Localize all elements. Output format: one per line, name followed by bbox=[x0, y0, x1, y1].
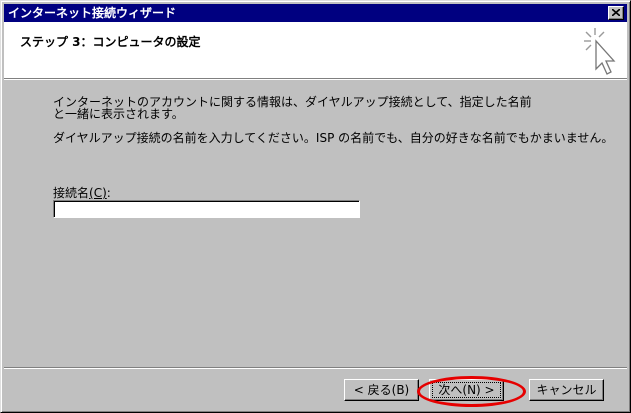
connection-name-label-colon: : bbox=[106, 186, 111, 200]
back-button[interactable]: < 戻る(B) bbox=[344, 379, 419, 401]
window-title: インターネット接続ウィザード bbox=[8, 6, 177, 20]
back-button-label: < 戻る(B) bbox=[353, 383, 410, 397]
connection-name-label: 接続名(C): bbox=[53, 184, 111, 201]
cancel-button-label: キャンセル bbox=[536, 383, 597, 397]
wizard-window: インターネット接続ウィザード ステップ 3：コンピュータの設定 インターネットの… bbox=[0, 0, 631, 413]
next-button-focus: 次へ(N) > bbox=[432, 382, 501, 398]
account-info-description: インターネットのアカウントに関する情報は、ダイヤルアップ接続として、指定した名前… bbox=[53, 95, 532, 121]
step-title: ステップ 3：コンピュータの設定 bbox=[20, 35, 201, 49]
header-separator bbox=[4, 78, 627, 80]
wizard-header: ステップ 3：コンピュータの設定 bbox=[4, 22, 627, 78]
connection-name-input[interactable] bbox=[53, 200, 360, 218]
button-separator bbox=[4, 367, 627, 369]
connection-name-accel: (C) bbox=[89, 186, 107, 200]
close-icon bbox=[612, 9, 620, 16]
cancel-button[interactable]: キャンセル bbox=[529, 379, 604, 401]
title-bar[interactable]: インターネット接続ウィザード bbox=[4, 4, 627, 22]
connection-name-instruction: ダイヤルアップ接続の名前を入力してください。ISP の名前でも、自分の好きな名前… bbox=[53, 131, 614, 145]
next-button-label: 次へ(N) > bbox=[438, 383, 495, 397]
wizard-cursor-icon bbox=[584, 28, 616, 75]
next-button[interactable]: 次へ(N) > bbox=[429, 379, 504, 401]
connection-name-label-text: 接続名 bbox=[53, 186, 90, 200]
close-button[interactable] bbox=[608, 6, 624, 20]
